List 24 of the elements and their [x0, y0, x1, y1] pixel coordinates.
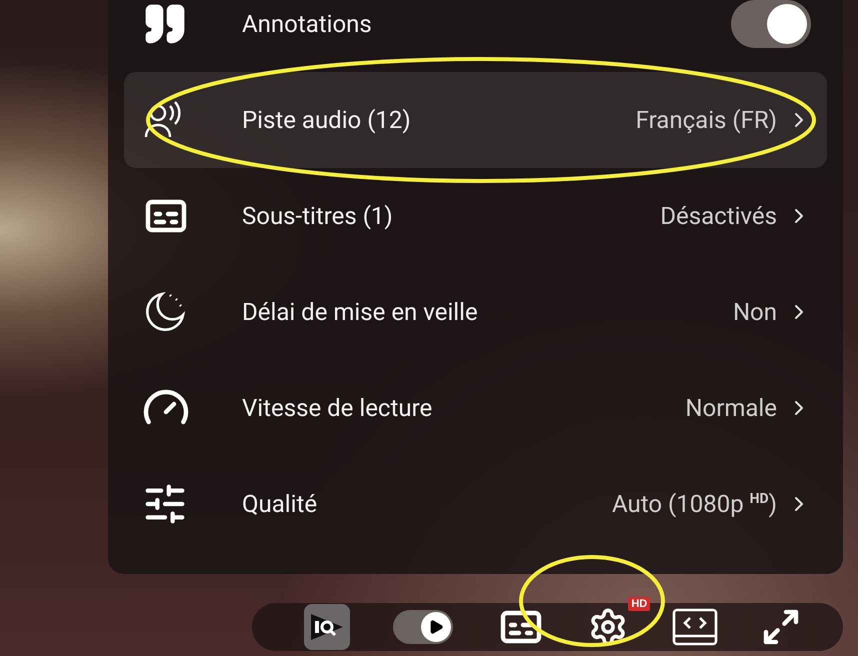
- hd-badge: HD: [628, 597, 650, 611]
- settings-row[interactable]: Annotations: [124, 0, 827, 72]
- setting-value: Auto (1080p $^{HD}$): [612, 490, 777, 518]
- autoplay-toggle[interactable]: [393, 610, 454, 644]
- settings-row[interactable]: Qualité Auto (1080p $^{HD}$): [124, 456, 827, 552]
- settings-row[interactable]: Délai de mise en veille Non: [124, 264, 827, 360]
- embed-button[interactable]: [672, 607, 718, 647]
- setting-label: Sous-titres (1): [242, 202, 394, 230]
- setting-value: Normale: [685, 394, 777, 422]
- setting-value: Désactivés: [660, 202, 777, 230]
- settings-row[interactable]: Sous-titres (1) Désactivés: [124, 168, 827, 264]
- setting-label: Annotations: [242, 10, 373, 38]
- setting-label: Piste audio (12): [242, 106, 412, 134]
- iq-logo-button[interactable]: [304, 604, 350, 650]
- setting-label: Délai de mise en veille: [242, 298, 479, 326]
- setting-value: Français (FR): [636, 106, 777, 134]
- setting-label: Qualité: [242, 490, 318, 518]
- settings-row[interactable]: Piste audio (12) Français (FR): [124, 72, 827, 168]
- setting-label: Vitesse de lecture: [242, 394, 434, 422]
- play-icon: [428, 619, 444, 635]
- toggle-switch[interactable]: [731, 0, 811, 48]
- settings-row[interactable]: Vitesse de lecture Normale: [124, 360, 827, 456]
- setting-value: Non: [732, 298, 777, 326]
- settings-button[interactable]: HD: [588, 597, 650, 647]
